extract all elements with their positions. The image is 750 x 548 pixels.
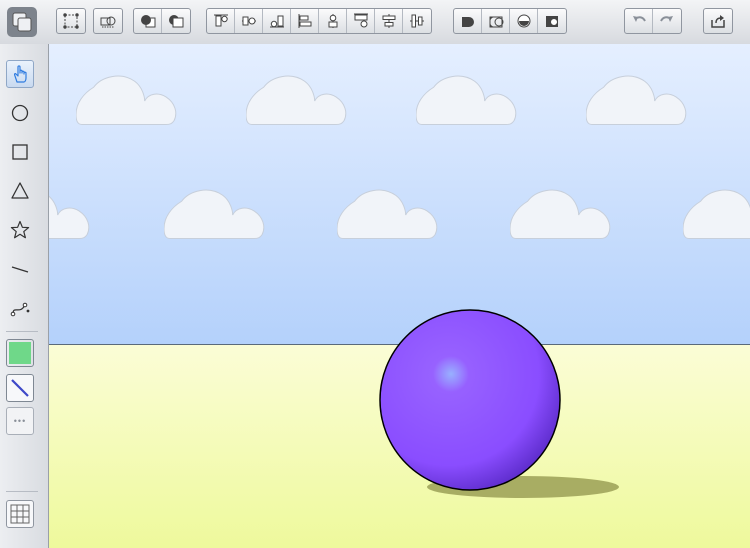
fill-color-swatch[interactable] — [6, 339, 34, 367]
hand-pointer-icon[interactable] — [6, 60, 34, 88]
history-group — [624, 8, 682, 34]
union-icon[interactable] — [454, 9, 482, 33]
distribute-horizontal-icon[interactable] — [375, 9, 403, 33]
top-toolbar — [0, 0, 750, 45]
align-left-icon[interactable] — [291, 9, 319, 33]
tool-sidebar: ••• — [0, 44, 49, 548]
redo-icon[interactable] — [653, 9, 681, 33]
tool-separator — [6, 331, 38, 332]
align-group — [206, 8, 432, 34]
undo-icon[interactable] — [625, 9, 653, 33]
align-right-icon[interactable] — [347, 9, 375, 33]
align-top-icon[interactable] — [207, 9, 235, 33]
cloud[interactable] — [246, 75, 347, 126]
exclude-icon[interactable] — [538, 9, 566, 33]
more-options-button[interactable]: ••• — [6, 407, 34, 435]
bring-front-icon[interactable] — [134, 9, 162, 33]
cloud[interactable] — [76, 75, 177, 126]
cloud[interactable] — [337, 189, 438, 240]
selection-tools-group — [56, 8, 86, 34]
rectangle-tool-icon[interactable] — [6, 138, 34, 166]
arrange-group — [133, 8, 191, 34]
boolean-group — [453, 8, 567, 34]
grid-separator — [6, 491, 38, 492]
star-tool-icon[interactable] — [6, 216, 34, 244]
align-center-horizontal-icon[interactable] — [235, 9, 263, 33]
align-bottom-icon[interactable] — [263, 9, 291, 33]
cloud[interactable] — [586, 75, 687, 126]
distribute-vertical-icon[interactable] — [403, 9, 431, 33]
ball-highlight — [433, 356, 469, 392]
share-icon[interactable] — [704, 9, 732, 33]
canvas-shapes-layer — [49, 75, 750, 498]
cloud[interactable] — [416, 75, 517, 126]
stroke-color-swatch[interactable] — [6, 374, 34, 402]
align-middle-vertical-icon[interactable] — [319, 9, 347, 33]
purple-ball[interactable] — [379, 309, 561, 491]
triangle-tool-icon[interactable] — [6, 177, 34, 205]
intersect-icon[interactable] — [510, 9, 538, 33]
subtract-icon[interactable] — [482, 9, 510, 33]
cloud[interactable] — [510, 189, 611, 240]
line-tool-icon[interactable] — [6, 255, 34, 283]
send-back-icon[interactable] — [162, 9, 190, 33]
share-group — [703, 8, 733, 34]
more-options-label: ••• — [13, 416, 27, 426]
cloud[interactable] — [164, 189, 265, 240]
drawing-canvas[interactable] — [49, 44, 750, 548]
select-points-icon[interactable] — [57, 9, 85, 33]
circle-tool-icon[interactable] — [6, 99, 34, 127]
cloud[interactable] — [683, 189, 750, 240]
bezier-tool-icon[interactable] — [6, 294, 34, 322]
fill-color-preview — [9, 342, 31, 364]
grid-icon[interactable] — [6, 500, 34, 528]
group-tools-group — [93, 8, 123, 34]
group-objects-icon[interactable] — [94, 9, 122, 33]
cloud[interactable] — [49, 189, 90, 240]
canvas-layers-icon[interactable] — [6, 6, 38, 38]
